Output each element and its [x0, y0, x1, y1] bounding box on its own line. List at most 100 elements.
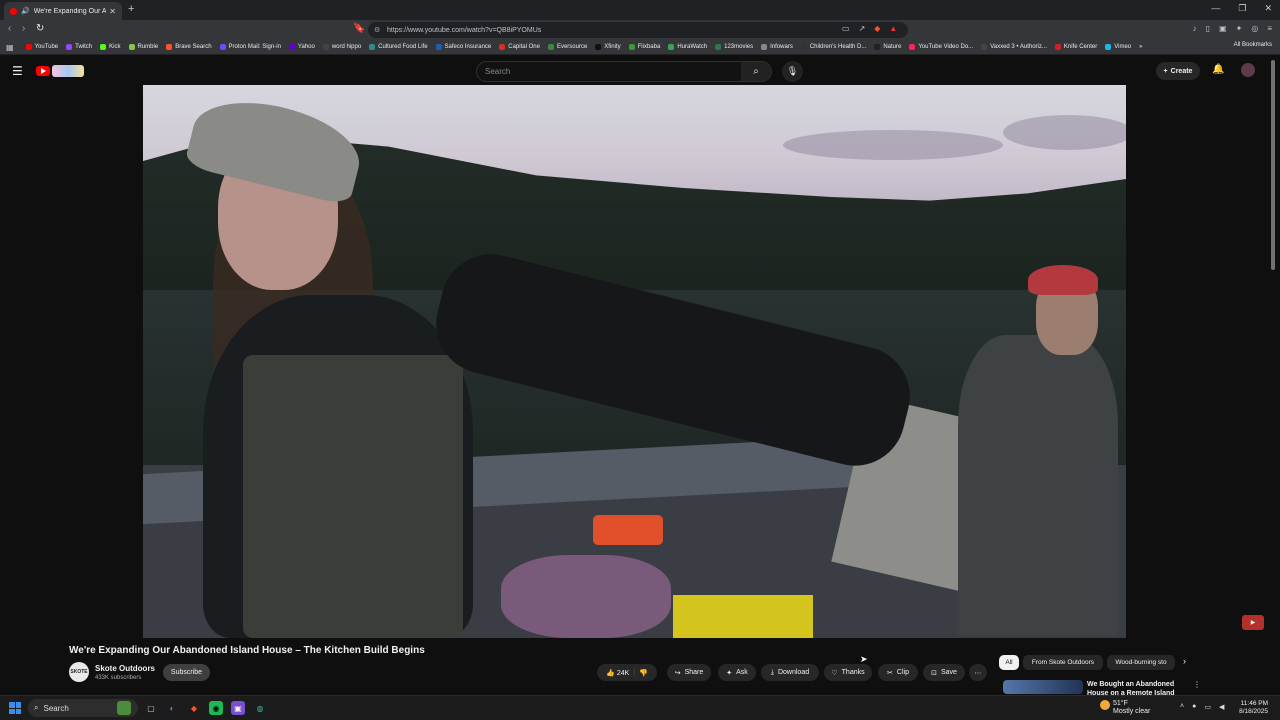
audio-playing-icon[interactable]: 🔊 [21, 7, 30, 15]
recommended-thumbnail[interactable] [1003, 680, 1083, 694]
share-page-icon[interactable]: ↗ [859, 24, 866, 33]
bookmark-item[interactable]: Children's Health D... [800, 44, 866, 50]
channel-watermark[interactable]: ▶ [1242, 615, 1264, 630]
video-frame-overalls [243, 355, 463, 638]
bookmark-item[interactable]: Cultured Food Life [369, 44, 428, 50]
channel-name[interactable]: Skote Outdoors [95, 664, 155, 673]
address-bar[interactable]: ⚙ https://www.youtube.com/watch?v=QB8iPY… [368, 22, 908, 38]
apps-grid-icon[interactable]: ▦ [6, 43, 14, 52]
brave-icon[interactable]: ◆ [187, 701, 201, 715]
all-bookmarks-button[interactable]: All Bookmarks [1234, 42, 1272, 48]
create-label: Create [1170, 67, 1193, 75]
bookmark-favicon-icon [981, 44, 988, 50]
windows-start-icon[interactable] [9, 702, 21, 714]
bookmark-label: Flixbaba [637, 44, 661, 50]
leo-icon[interactable]: ✦ [1236, 24, 1243, 33]
vpn-icon[interactable]: ◎ [1251, 24, 1258, 33]
youtube-logo[interactable] [36, 64, 84, 78]
account-avatar[interactable] [1241, 63, 1255, 77]
bookmark-item[interactable]: Capital One [499, 44, 540, 50]
hamburger-menu-icon[interactable]: ☰ [12, 64, 23, 78]
menu-icon[interactable]: ≡ [1267, 24, 1272, 33]
bookmark-favicon-icon [595, 44, 602, 50]
search-input[interactable]: Search ⌕ [476, 61, 772, 82]
search-button[interactable]: ⌕ [741, 62, 771, 81]
bookmark-item[interactable]: Kick [100, 44, 121, 50]
bookmark-item[interactable]: Knife Center [1054, 44, 1097, 50]
bookmark-item[interactable]: YouTube [25, 44, 58, 50]
bookmark-item[interactable]: Vaxxed 3 • Authoriz... [981, 44, 1047, 50]
bookmark-item[interactable]: Proton Mail: Sign-in [219, 44, 281, 50]
more-actions-button[interactable]: ⋯ [969, 664, 987, 681]
video-frame-blanket [501, 555, 671, 638]
bookmark-item[interactable]: Yahoo [288, 44, 315, 50]
chip-topic[interactable]: Wood-burning sto [1107, 655, 1175, 670]
create-button[interactable]: + Create [1156, 62, 1200, 80]
back-icon[interactable]: ‹ [8, 23, 11, 34]
chevron-right-icon[interactable]: › [1183, 656, 1186, 666]
brave-shields-icon[interactable]: ◆ [874, 24, 880, 33]
bookmark-item[interactable]: Twitch [66, 44, 92, 50]
bookmark-item[interactable]: Rumble [128, 44, 158, 50]
sidebar-icon[interactable]: ▯ [1206, 24, 1210, 33]
chevron-up-icon[interactable]: ˄ [1180, 703, 1184, 711]
bookmarks-overflow-icon[interactable]: » [1139, 44, 1142, 50]
bookmark-item[interactable]: Eversource [547, 44, 587, 50]
close-tab-icon[interactable]: ✕ [109, 7, 116, 16]
bookmark-item[interactable]: Safeco Insurance [435, 44, 491, 50]
bookmark-item[interactable]: YouTube Video Do... [909, 44, 973, 50]
weather-widget[interactable]: 51°F Mostly clear [1100, 700, 1150, 716]
like-button[interactable]: 👍 24K [606, 669, 629, 677]
share-button[interactable]: ↪ Share [667, 664, 711, 681]
chip-all[interactable]: All [999, 655, 1019, 670]
restore-icon[interactable]: ❐ [1238, 3, 1246, 14]
brave-rewards-icon[interactable]: ▲ [889, 24, 897, 33]
widget-icon[interactable] [117, 701, 131, 715]
minimize-icon[interactable]: — [1211, 3, 1220, 14]
download-button[interactable]: ⤓ Download [761, 664, 819, 681]
site-info-icon[interactable]: ⚙ [374, 26, 380, 34]
pinned-browser-icon[interactable]: ◍ [253, 701, 267, 715]
wallet-icon[interactable]: ▣ [1219, 24, 1227, 33]
forward-icon[interactable]: › [22, 23, 25, 34]
new-tab-icon[interactable]: + [128, 3, 134, 15]
cast-icon[interactable]: ▭ [842, 24, 850, 33]
recommended-title[interactable]: We Bought an Abandoned House on a Remote… [1087, 680, 1177, 695]
mic-icon[interactable]: ● [1192, 703, 1196, 711]
close-window-icon[interactable]: ✕ [1264, 3, 1272, 14]
pinned-app-icon[interactable]: ▣ [231, 701, 245, 715]
browser-tab-active[interactable]: 🔊 We're Expanding Our Abandoned Island H… [4, 2, 122, 20]
clip-button[interactable]: ✂ Clip [878, 664, 918, 681]
bookmark-item[interactable]: Infowars [761, 44, 793, 50]
system-clock[interactable]: 11:46 PM 8/18/2025 [1238, 700, 1268, 716]
save-button[interactable]: ⊡ Save [923, 664, 965, 681]
reload-icon[interactable]: ↻ [36, 23, 44, 34]
volume-icon[interactable]: ◀ [1219, 703, 1224, 711]
dislike-button[interactable]: 👎 [639, 669, 648, 677]
more-vertical-icon[interactable]: ⋮ [1193, 680, 1201, 689]
bookmark-page-icon[interactable]: 🔖 [353, 23, 365, 34]
channel-avatar[interactable]: SKOTE [69, 662, 89, 682]
bookmark-item[interactable]: Xfinity [595, 44, 621, 50]
media-icon[interactable]: ♪ [1193, 24, 1197, 33]
bookmark-item[interactable]: word hippo [322, 44, 361, 50]
bookmark-item[interactable]: HuraWatch [668, 44, 707, 50]
notifications-bell-icon[interactable]: 🔔 [1212, 64, 1224, 75]
subscribe-button[interactable]: Subscribe [163, 664, 210, 681]
bookmark-item[interactable]: Nature [874, 44, 901, 50]
thanks-button[interactable]: ♡ Thanks [824, 664, 872, 681]
video-player[interactable] [143, 85, 1126, 638]
task-view-icon[interactable]: ▢ [144, 701, 158, 715]
bookmark-item[interactable]: 123movies [715, 44, 753, 50]
network-icon[interactable]: ▭ [1204, 703, 1211, 711]
page-scrollbar[interactable] [1271, 60, 1275, 270]
spotify-icon[interactable]: ◉ [209, 701, 223, 715]
chip-from-channel[interactable]: From Skote Outdoors [1023, 655, 1103, 670]
voice-search-button[interactable]: 🎙 [782, 61, 803, 82]
ask-button[interactable]: ✦ Ask [718, 664, 756, 681]
url-text: https://www.youtube.com/watch?v=QB8iPYOM… [387, 26, 542, 34]
bookmark-item[interactable]: Vimeo [1105, 44, 1131, 50]
bookmark-item[interactable]: Brave Search [166, 44, 212, 50]
bookmark-item[interactable]: Flixbaba [628, 44, 661, 50]
edge-icon[interactable]: ◐ [165, 701, 179, 715]
